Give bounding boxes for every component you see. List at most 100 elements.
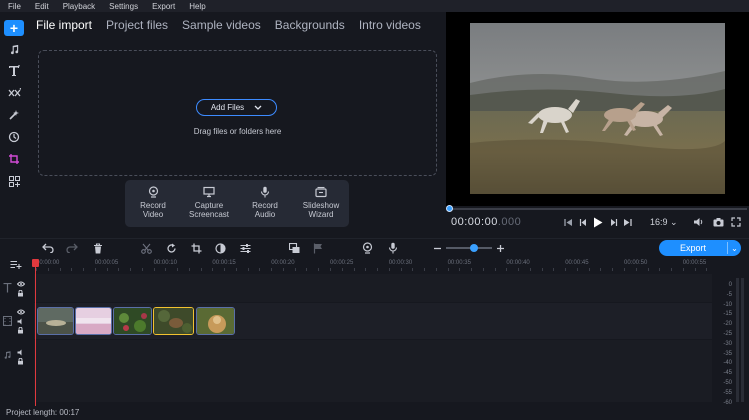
ruler-tick-mark (200, 268, 202, 271)
add-files-button[interactable]: Add Files (196, 99, 277, 116)
meter-db-label: -30 (723, 340, 732, 347)
redo-button[interactable] (65, 241, 79, 255)
volume-button[interactable] (691, 215, 705, 229)
play-button[interactable] (591, 215, 605, 229)
tab-intro-videos[interactable]: Intro videos (359, 18, 421, 38)
ruler-tick-mark (447, 268, 449, 271)
sidebar-item-titles[interactable] (4, 63, 24, 79)
ruler-tick-label: 00:00:00 (36, 260, 60, 266)
video-clip[interactable] (196, 307, 235, 335)
slideshow-wizard-button[interactable]: Slideshow Wizard (293, 186, 349, 219)
split-button[interactable] (139, 241, 153, 255)
record-audio-line1: Record (252, 201, 278, 210)
lock-icon[interactable] (17, 358, 24, 365)
ruler-tick-mark (259, 268, 261, 271)
color-adjust-button[interactable] (213, 241, 227, 255)
ruler-tick-mark (659, 268, 661, 271)
text-track-header (0, 274, 34, 302)
capture-screencast-button[interactable]: Capture Screencast (181, 186, 237, 219)
delete-button[interactable] (91, 241, 105, 255)
sidebar-item-music[interactable] (4, 41, 24, 57)
ruler-tick-mark (600, 268, 602, 271)
crop-button[interactable] (189, 241, 203, 255)
ruler-tick-mark (471, 268, 473, 271)
record-video-button[interactable]: Record Video (125, 186, 181, 219)
tab-file-import[interactable]: File import (36, 18, 92, 38)
video-clip-selected[interactable] (153, 307, 194, 335)
sidebar-item-more[interactable] (4, 173, 24, 189)
zoom-in-button[interactable] (493, 241, 507, 255)
video-clip[interactable] (113, 307, 152, 335)
ruler-tick-mark (706, 268, 708, 271)
horses-video-frame (470, 23, 725, 194)
sidebar-item-filters[interactable] (4, 107, 24, 123)
ruler-tick-label: 00:00:20 (271, 260, 295, 266)
fullscreen-button[interactable] (729, 215, 743, 229)
magic-wand-icon (9, 110, 19, 120)
aspect-ratio-select[interactable]: 16:9 ⌄ (650, 217, 678, 228)
ruler-tick-mark (153, 268, 155, 271)
previous-frame-button[interactable] (577, 215, 589, 229)
menu-file[interactable]: File (8, 2, 21, 11)
color-adjust-icon (214, 242, 226, 254)
menu-help[interactable]: Help (189, 2, 205, 11)
zoom-slider-handle[interactable] (470, 244, 478, 252)
crop-icon (9, 154, 19, 164)
add-track-icon[interactable] (10, 260, 22, 270)
overlay-button[interactable] (287, 241, 301, 255)
chevron-down-icon[interactable]: ⌄ (728, 244, 741, 253)
ruler-tick-mark (424, 268, 426, 271)
undo-button[interactable] (41, 241, 55, 255)
add-marker-button[interactable] (311, 241, 325, 255)
eye-icon[interactable] (17, 281, 25, 287)
lock-icon[interactable] (17, 290, 24, 297)
ruler-tick-mark (47, 268, 49, 271)
text-track[interactable] (34, 274, 712, 302)
speaker-icon[interactable] (17, 349, 25, 356)
clip-properties-button[interactable] (238, 241, 252, 255)
tab-sample-videos[interactable]: Sample videos (182, 18, 261, 38)
export-button[interactable]: Export ⌄ (659, 240, 741, 256)
menu-settings[interactable]: Settings (109, 2, 138, 11)
ruler-tick-mark (682, 268, 684, 271)
playhead-line[interactable] (35, 266, 36, 406)
add-media-button[interactable]: + (4, 20, 24, 36)
menu-edit[interactable]: Edit (35, 2, 49, 11)
go-to-end-button[interactable] (621, 215, 633, 229)
video-clip[interactable] (75, 307, 112, 335)
preview-seek-handle[interactable] (446, 205, 453, 212)
sidebar-item-crop[interactable] (4, 151, 24, 167)
clip-thumbnail-bird (154, 308, 193, 334)
record-webcam-button[interactable] (360, 241, 374, 255)
tab-project-files[interactable]: Project files (106, 18, 168, 38)
snapshot-button[interactable] (711, 215, 725, 229)
meter-db-label: -10 (723, 301, 732, 308)
record-audio-button[interactable]: Record Audio (237, 186, 293, 219)
eye-icon[interactable] (17, 309, 25, 315)
next-frame-button[interactable] (607, 215, 619, 229)
tab-backgrounds[interactable]: Backgrounds (275, 18, 345, 38)
speaker-icon (693, 218, 702, 226)
sidebar-item-stickers[interactable] (4, 129, 24, 145)
zoom-slider-track[interactable] (446, 247, 492, 249)
ruler-tick-mark (71, 268, 73, 271)
go-to-start-button[interactable] (562, 215, 574, 229)
capture-toolbar: Record Video Capture Screencast Record A… (125, 180, 349, 227)
sidebar-item-transitions[interactable] (4, 85, 24, 101)
speaker-icon[interactable] (17, 318, 25, 325)
menu-export[interactable]: Export (152, 2, 175, 11)
ruler-tick-mark (36, 268, 37, 271)
zoom-out-button[interactable] (430, 241, 444, 255)
video-clip[interactable] (37, 307, 74, 335)
preview-seek-bar[interactable] (449, 208, 747, 210)
lock-icon[interactable] (17, 327, 24, 334)
ruler-tick-label: 00:00:55 (682, 260, 707, 266)
ruler-tick-mark (506, 268, 508, 271)
ruler-tick-mark (188, 268, 190, 271)
rotate-button[interactable] (164, 241, 178, 255)
timeline-ruler[interactable]: 00:00:00 00:00:05 00:00:10 00:00:15 00:00:20… (34, 258, 731, 272)
record-voiceover-button[interactable] (386, 241, 400, 255)
menu-playback[interactable]: Playback (63, 2, 95, 11)
chevron-down-icon (254, 105, 262, 110)
audio-track[interactable] (34, 340, 712, 402)
